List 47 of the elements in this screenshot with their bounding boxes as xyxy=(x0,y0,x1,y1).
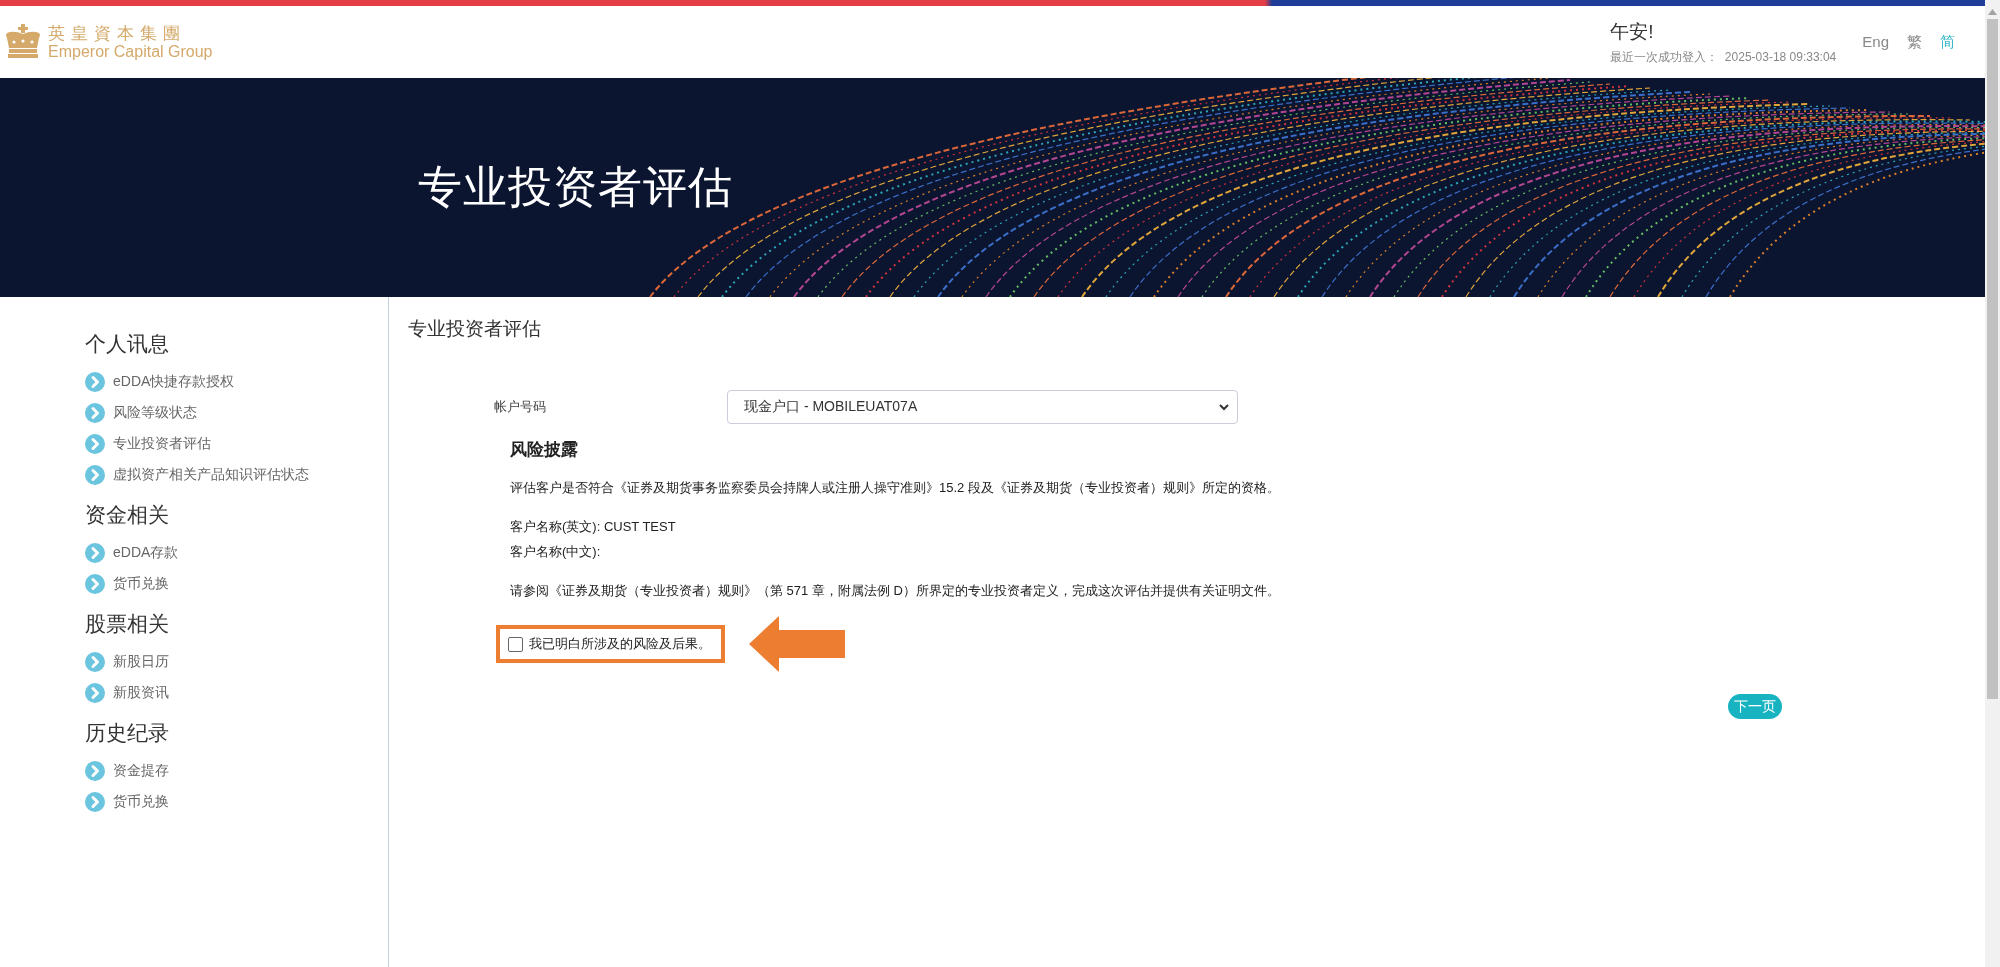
sidebar-link[interactable]: eDDA存款 xyxy=(113,543,179,562)
customer-name-chinese: 客户名称(中文): xyxy=(510,543,602,561)
section-title: 风险披露 xyxy=(510,439,579,461)
page-title: 专业投资者评估 xyxy=(408,317,542,341)
arrow-icon xyxy=(749,616,845,672)
sidebar-link[interactable]: 新股资讯 xyxy=(113,683,169,702)
crown-icon xyxy=(4,24,42,60)
chevron-circle-icon xyxy=(85,402,105,423)
scroll-up-icon[interactable] xyxy=(1988,9,1997,15)
chevron-circle-icon xyxy=(85,371,105,392)
customer-name-english: 客户名称(英文): CUST TEST xyxy=(510,518,677,536)
chevron-circle-icon xyxy=(85,760,105,781)
logo-english-text: Emperor Capital Group xyxy=(48,43,213,60)
sidebar-heading: 股票相关 xyxy=(85,611,170,637)
sidebar-link[interactable]: 虚拟资产相关产品知识评估状态 xyxy=(113,465,309,484)
sidebar-heading: 个人讯息 xyxy=(85,331,170,357)
scrollbar-thumb[interactable] xyxy=(1987,19,1998,699)
sidebar-link[interactable]: 资金提存 xyxy=(113,761,169,780)
logo-chinese-text: 英皇資本集團 xyxy=(48,24,187,42)
sidebar-heading: 历史纪录 xyxy=(85,720,170,746)
account-label: 帐户号码 xyxy=(494,399,546,414)
reference-text: 请参阅《证券及期货（专业投资者）规则》（第 571 章，附属法例 D）所界定的专业投资者定义，完成这次评估并提供有关证明文件。 xyxy=(510,582,1281,600)
last-login-text: 最近一次成功登入： 2025-03-18 09:33:04 xyxy=(1610,48,1837,66)
greeting-text: 午安! xyxy=(1610,19,1655,44)
chevron-down-icon xyxy=(1219,403,1229,411)
sidebar-link[interactable]: 货币兑换 xyxy=(113,574,169,593)
acknowledge-checkbox[interactable] xyxy=(508,636,523,652)
sidebar-heading: 资金相关 xyxy=(85,502,170,528)
intro-text: 评估客户是否符合《证券及期货事务监察委员会持牌人或注册人操守准则》15.2 段及《证券及期货（专业投资者）规则》所定的资格。 xyxy=(510,479,1281,497)
chevron-circle-icon xyxy=(85,651,105,672)
sidebar-link[interactable]: 货币兑换 xyxy=(113,792,169,811)
scrollbar[interactable] xyxy=(1985,0,2000,967)
chevron-circle-icon xyxy=(85,791,105,812)
chevron-circle-icon xyxy=(85,682,105,703)
sidebar-link[interactable]: 新股日历 xyxy=(113,652,169,671)
banner-title: 专业投资者评估 xyxy=(418,161,733,213)
chevron-circle-icon xyxy=(85,433,105,454)
chevron-circle-icon xyxy=(85,573,105,594)
chevron-circle-icon xyxy=(85,542,105,563)
sidebar-link[interactable]: eDDA快捷存款授权 xyxy=(113,372,235,391)
language-link[interactable]: Eng xyxy=(1862,32,1889,52)
chevron-circle-icon xyxy=(85,464,105,485)
sidebar-link[interactable]: 风险等级状态 xyxy=(113,403,197,422)
account-select[interactable]: 现金户口 - MOBILEUAT07A xyxy=(727,390,1238,424)
sidebar-link[interactable]: 专业投资者评估 xyxy=(113,434,211,453)
acknowledge-label[interactable]: 我已明白所涉及的风险及后果。 xyxy=(529,635,711,653)
language-link[interactable]: 繁 xyxy=(1907,32,1922,52)
